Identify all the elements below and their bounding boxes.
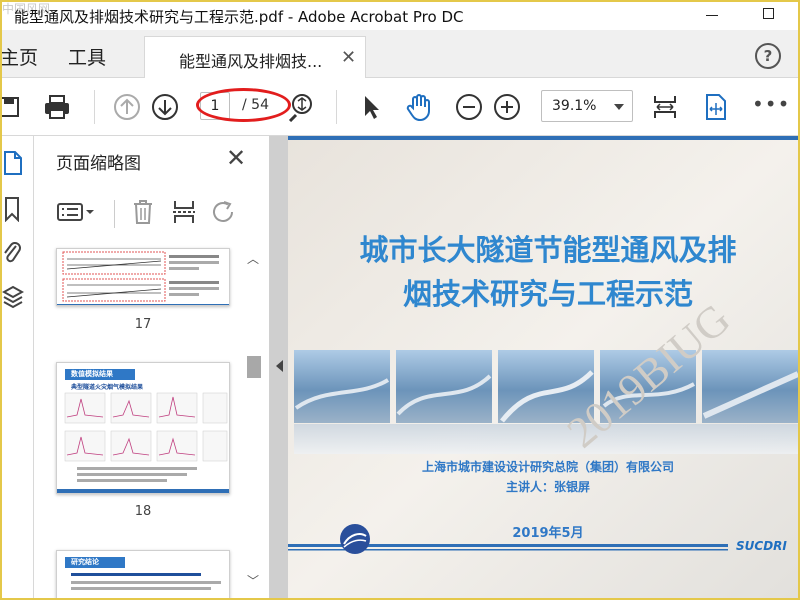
screenshot-frame	[0, 0, 800, 600]
